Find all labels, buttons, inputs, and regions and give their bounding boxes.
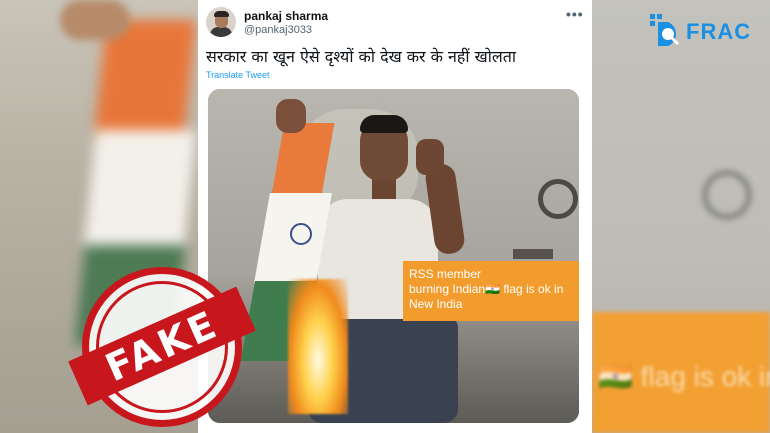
tweet-card[interactable]: pankaj sharma @pankaj3033 ••• सरकार का ख… xyxy=(198,0,592,433)
photo-wall-fixture xyxy=(538,179,578,219)
more-horizontal-icon[interactable]: ••• xyxy=(566,6,584,22)
photo-person-left-hand xyxy=(276,99,306,133)
caption-line: burning Indian🇮🇳 flag is ok in xyxy=(409,282,564,296)
blurred-background-right: 🇮🇳 flag is ok in xyxy=(592,0,770,433)
blurred-hand xyxy=(60,0,130,40)
tweet-text: सरकार का खून ऐसे दृश्यों को देख कर के नह… xyxy=(206,47,516,66)
blurred-wall-fixture xyxy=(702,170,752,220)
caption-line: RSS member xyxy=(409,267,482,281)
blurred-caption-text: 🇮🇳 flag is ok in xyxy=(598,361,770,392)
dfrac-logo-text: FRAC xyxy=(686,19,752,44)
user-handle[interactable]: @pankaj3033 xyxy=(244,24,312,36)
photo-person-hair xyxy=(360,115,408,133)
photo-fire xyxy=(288,279,348,414)
caption-line: New India xyxy=(409,297,463,311)
tweet-media-image[interactable]: RSS member burning Indian🇮🇳 flag is ok i… xyxy=(208,89,579,423)
photo-person-fist xyxy=(416,139,444,175)
display-name[interactable]: pankaj sharma xyxy=(244,9,328,23)
fake-stamp: FAKE xyxy=(68,267,256,427)
media-caption-box: RSS member burning Indian🇮🇳 flag is ok i… xyxy=(403,261,579,321)
dfrac-logo: FRAC xyxy=(648,10,762,52)
avatar[interactable] xyxy=(206,7,236,37)
photo-pipe xyxy=(513,249,553,259)
dfrac-logo-icon xyxy=(650,14,680,46)
translate-tweet-link[interactable]: Translate Tweet xyxy=(206,70,270,80)
